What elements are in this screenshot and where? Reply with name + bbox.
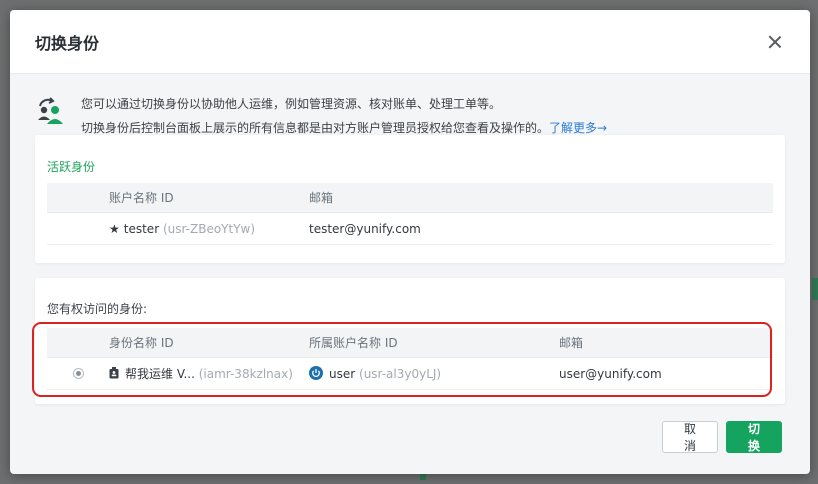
accessible-identities-title: 您有权访问的身份: <box>47 302 148 316</box>
identity-radio[interactable] <box>72 368 84 379</box>
intro-line-2-text: 切换身份后控制台面板上展示的所有信息都是由对方账户管理员授权给您查看及操作的。 <box>81 121 550 135</box>
account-cell: ★ tester (usr-ZBeoYtYw) <box>109 222 309 236</box>
owner-account-id: (usr-al3y0yLJ) <box>359 367 442 381</box>
column-header-email: 邮箱 <box>559 336 584 350</box>
table-header: 账户名称 ID 邮箱 <box>47 183 773 213</box>
active-identity-table: 账户名称 ID 邮箱 ★ tester (usr-ZBeoYtYw) tester… <box>47 183 773 245</box>
account-id: (usr-ZBeoYtYw) <box>162 221 256 236</box>
owner-account-name: user <box>329 367 356 381</box>
accessible-identities-card: 您有权访问的身份: 身份名称 ID 所属账户名称 ID 邮箱 帮我运维 V...… <box>35 278 785 404</box>
identity-cell: 帮我运维 V... (iamr-38kzlnax) <box>109 365 309 382</box>
star-icon: ★ <box>109 221 120 236</box>
identity-name: 帮我运维 V... <box>125 367 195 381</box>
active-identity-title: 活跃身份 <box>47 160 96 174</box>
email-cell: user@yunify.com <box>559 366 662 381</box>
table-header: 身份名称 ID 所属账户名称 ID 邮箱 <box>47 328 773 358</box>
learn-more-link[interactable]: 了解更多→ <box>549 121 607 135</box>
switch-user-icon <box>35 96 67 128</box>
switch-button[interactable]: 切换 <box>726 421 782 453</box>
select-cell <box>47 368 109 379</box>
background-dot <box>420 474 426 480</box>
table-row[interactable]: 帮我运维 V... (iamr-38kzlnax) user (usr-al3y… <box>47 358 773 390</box>
dialog-title: 切换身份 <box>35 33 100 53</box>
intro-line-1: 您可以通过切换身份以协助他人运维，例如管理资源、核对账单、处理工单等。 <box>81 97 502 111</box>
dialog-footer: 取消 切换 <box>662 421 782 453</box>
accessible-identities-table: 身份名称 ID 所属账户名称 ID 邮箱 帮我运维 V... (iamr-38k… <box>47 328 773 390</box>
column-header-account: 账户名称 ID <box>109 191 174 205</box>
identity-id: (iamr-38kzlnax) <box>198 367 293 381</box>
account-name: tester <box>123 221 160 236</box>
email-cell: tester@yunify.com <box>309 221 421 236</box>
identity-badge-icon <box>109 367 119 379</box>
intro-text: 您可以通过切换身份以协助他人运维，例如管理资源、核对账单、处理工单等。 切换身份… <box>81 92 607 140</box>
close-icon[interactable] <box>765 32 785 52</box>
cancel-button[interactable]: 取消 <box>662 421 718 453</box>
column-header-owner-account: 所属账户名称 ID <box>309 336 398 350</box>
owner-account-cell: user (usr-al3y0yLJ) <box>309 366 559 381</box>
dialog-header: 切换身份 <box>10 10 810 74</box>
intro-section: 您可以通过切换身份以协助他人运维，例如管理资源、核对账单、处理工单等。 切换身份… <box>10 74 810 140</box>
active-identity-card: 活跃身份 账户名称 ID 邮箱 ★ tester (usr-ZBeoYtYw) t… <box>35 135 785 263</box>
table-row: ★ tester (usr-ZBeoYtYw) tester@yunify.com <box>47 213 773 245</box>
background-tag <box>812 278 818 300</box>
switch-identity-dialog: 切换身份 您可以通过切换身份以协助他人运维，例如管理资源、核对账单、处理工单等。… <box>10 10 810 474</box>
column-header-identity: 身份名称 ID <box>109 336 174 350</box>
power-icon <box>309 366 323 380</box>
column-header-email: 邮箱 <box>309 191 334 205</box>
